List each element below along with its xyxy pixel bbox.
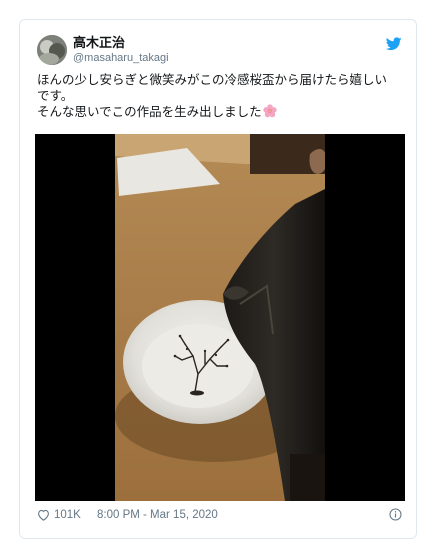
- tweet-header: 高木正治 @masaharu_takagi: [37, 35, 402, 69]
- user-handle[interactable]: @masaharu_takagi: [73, 51, 169, 65]
- tweet-text-line-2: です。: [37, 88, 74, 103]
- cherry-blossom-emoji: [262, 104, 277, 118]
- tweet-footer: 101K 8:00 PM - Mar 15, 2020: [37, 508, 402, 526]
- tweet-text-line-3-text: そんな思いでこの作品を生み出しました: [37, 104, 262, 119]
- avatar-image: [37, 35, 67, 65]
- tweet-timestamp[interactable]: 8:00 PM - Mar 15, 2020: [97, 509, 218, 521]
- video-frame: [35, 134, 405, 501]
- twitter-bird-icon[interactable]: [386, 37, 402, 51]
- tweet-text-line-3: そんな思いでこの作品を生み出しました: [37, 104, 407, 120]
- embedded-tweet-card: 高木正治 @masaharu_takagi ほんの少し安らぎと微笑みがこの冷感桜…: [19, 19, 417, 539]
- heart-icon[interactable]: [37, 509, 50, 521]
- tweet-text-line-1: ほんの少し安らぎと微笑みがこの冷感桜盃から届けたら嬉しい: [37, 72, 388, 87]
- display-name[interactable]: 高木正治: [73, 36, 169, 51]
- avatar[interactable]: [37, 35, 67, 65]
- video-player[interactable]: [35, 134, 405, 501]
- user-info[interactable]: 高木正治 @masaharu_takagi: [73, 36, 169, 65]
- tweet-text: ほんの少し安らぎと微笑みがこの冷感桜盃から届けたら嬉しい です。 そんな思いでこ…: [37, 72, 407, 120]
- info-icon[interactable]: [389, 508, 402, 521]
- like-count[interactable]: 101K: [54, 509, 81, 521]
